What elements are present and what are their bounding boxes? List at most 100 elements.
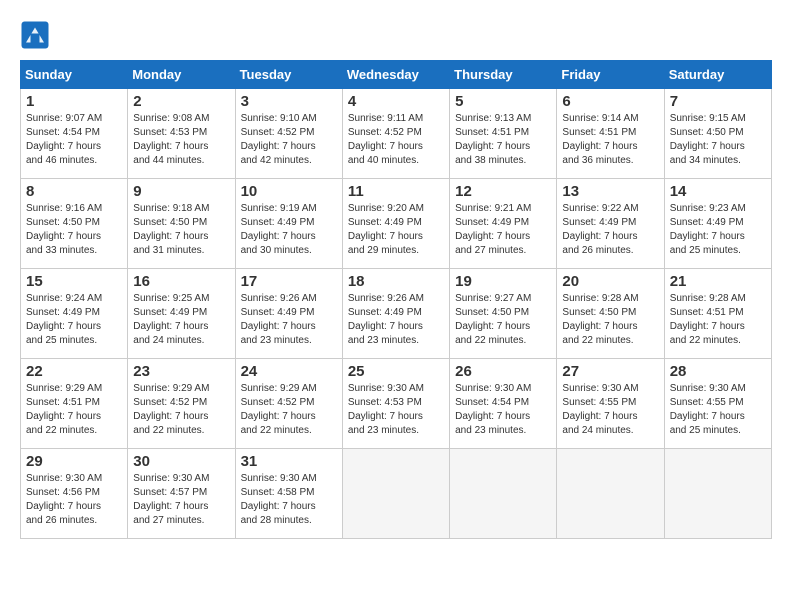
header-saturday: Saturday <box>664 61 771 89</box>
day-number: 29 <box>26 453 122 470</box>
day-info: Sunrise: 9:08 AM Sunset: 4:53 PM Dayligh… <box>133 112 229 168</box>
day-info: Sunrise: 9:14 AM Sunset: 4:51 PM Dayligh… <box>562 112 658 168</box>
calendar-cell: 11 Sunrise: 9:20 AM Sunset: 4:49 PM Dayli… <box>342 179 449 269</box>
calendar-week-5: 29 Sunrise: 9:30 AM Sunset: 4:56 PM Dayli… <box>21 449 772 539</box>
day-number: 31 <box>241 453 337 470</box>
calendar-cell: 25 Sunrise: 9:30 AM Sunset: 4:53 PM Dayli… <box>342 359 449 449</box>
day-info: Sunrise: 9:30 AM Sunset: 4:58 PM Dayligh… <box>241 472 337 528</box>
calendar-cell: 15 Sunrise: 9:24 AM Sunset: 4:49 PM Dayli… <box>21 269 128 359</box>
day-number: 13 <box>562 183 658 200</box>
day-number: 23 <box>133 363 229 380</box>
day-number: 7 <box>670 93 766 110</box>
day-info: Sunrise: 9:18 AM Sunset: 4:50 PM Dayligh… <box>133 202 229 258</box>
day-number: 20 <box>562 273 658 290</box>
day-info: Sunrise: 9:13 AM Sunset: 4:51 PM Dayligh… <box>455 112 551 168</box>
day-info: Sunrise: 9:20 AM Sunset: 4:49 PM Dayligh… <box>348 202 444 258</box>
header-wednesday: Wednesday <box>342 61 449 89</box>
calendar-cell: 9 Sunrise: 9:18 AM Sunset: 4:50 PM Daylig… <box>128 179 235 269</box>
day-number: 30 <box>133 453 229 470</box>
calendar-cell <box>342 449 449 539</box>
calendar-cell: 29 Sunrise: 9:30 AM Sunset: 4:56 PM Dayli… <box>21 449 128 539</box>
calendar-cell <box>557 449 664 539</box>
day-info: Sunrise: 9:19 AM Sunset: 4:49 PM Dayligh… <box>241 202 337 258</box>
calendar-cell: 2 Sunrise: 9:08 AM Sunset: 4:53 PM Daylig… <box>128 89 235 179</box>
header-row: SundayMondayTuesdayWednesdayThursdayFrid… <box>21 61 772 89</box>
calendar-cell: 18 Sunrise: 9:26 AM Sunset: 4:49 PM Dayli… <box>342 269 449 359</box>
day-number: 16 <box>133 273 229 290</box>
calendar-cell: 28 Sunrise: 9:30 AM Sunset: 4:55 PM Dayli… <box>664 359 771 449</box>
day-info: Sunrise: 9:24 AM Sunset: 4:49 PM Dayligh… <box>26 292 122 348</box>
calendar-cell: 13 Sunrise: 9:22 AM Sunset: 4:49 PM Dayli… <box>557 179 664 269</box>
header-monday: Monday <box>128 61 235 89</box>
day-info: Sunrise: 9:15 AM Sunset: 4:50 PM Dayligh… <box>670 112 766 168</box>
calendar-cell: 6 Sunrise: 9:14 AM Sunset: 4:51 PM Daylig… <box>557 89 664 179</box>
calendar-week-1: 1 Sunrise: 9:07 AM Sunset: 4:54 PM Daylig… <box>21 89 772 179</box>
day-info: Sunrise: 9:30 AM Sunset: 4:56 PM Dayligh… <box>26 472 122 528</box>
day-info: Sunrise: 9:30 AM Sunset: 4:55 PM Dayligh… <box>562 382 658 438</box>
day-number: 11 <box>348 183 444 200</box>
calendar-cell: 5 Sunrise: 9:13 AM Sunset: 4:51 PM Daylig… <box>450 89 557 179</box>
day-info: Sunrise: 9:29 AM Sunset: 4:51 PM Dayligh… <box>26 382 122 438</box>
day-number: 2 <box>133 93 229 110</box>
day-info: Sunrise: 9:29 AM Sunset: 4:52 PM Dayligh… <box>241 382 337 438</box>
day-number: 28 <box>670 363 766 380</box>
day-info: Sunrise: 9:10 AM Sunset: 4:52 PM Dayligh… <box>241 112 337 168</box>
day-number: 1 <box>26 93 122 110</box>
day-info: Sunrise: 9:16 AM Sunset: 4:50 PM Dayligh… <box>26 202 122 258</box>
calendar-cell: 1 Sunrise: 9:07 AM Sunset: 4:54 PM Daylig… <box>21 89 128 179</box>
logo-icon <box>20 20 50 50</box>
day-info: Sunrise: 9:30 AM Sunset: 4:55 PM Dayligh… <box>670 382 766 438</box>
day-number: 22 <box>26 363 122 380</box>
calendar-cell: 12 Sunrise: 9:21 AM Sunset: 4:49 PM Dayli… <box>450 179 557 269</box>
day-info: Sunrise: 9:30 AM Sunset: 4:57 PM Dayligh… <box>133 472 229 528</box>
day-number: 8 <box>26 183 122 200</box>
day-number: 12 <box>455 183 551 200</box>
day-number: 5 <box>455 93 551 110</box>
calendar-cell: 27 Sunrise: 9:30 AM Sunset: 4:55 PM Dayli… <box>557 359 664 449</box>
day-number: 14 <box>670 183 766 200</box>
day-info: Sunrise: 9:28 AM Sunset: 4:51 PM Dayligh… <box>670 292 766 348</box>
day-number: 21 <box>670 273 766 290</box>
header-sunday: Sunday <box>21 61 128 89</box>
day-number: 19 <box>455 273 551 290</box>
calendar-cell: 8 Sunrise: 9:16 AM Sunset: 4:50 PM Daylig… <box>21 179 128 269</box>
calendar-cell: 24 Sunrise: 9:29 AM Sunset: 4:52 PM Dayli… <box>235 359 342 449</box>
calendar-cell: 3Sunrise: 9:10 AM Sunset: 4:52 PM Daylig… <box>235 89 342 179</box>
calendar-week-3: 15 Sunrise: 9:24 AM Sunset: 4:49 PM Dayli… <box>21 269 772 359</box>
day-info: Sunrise: 9:26 AM Sunset: 4:49 PM Dayligh… <box>241 292 337 348</box>
calendar-cell <box>664 449 771 539</box>
day-number: 6 <box>562 93 658 110</box>
day-info: Sunrise: 9:25 AM Sunset: 4:49 PM Dayligh… <box>133 292 229 348</box>
header-thursday: Thursday <box>450 61 557 89</box>
day-number: 9 <box>133 183 229 200</box>
calendar-cell: 19Sunrise: 9:27 AM Sunset: 4:50 PM Dayli… <box>450 269 557 359</box>
day-number: 25 <box>348 363 444 380</box>
calendar-cell: 30 Sunrise: 9:30 AM Sunset: 4:57 PM Dayli… <box>128 449 235 539</box>
day-info: Sunrise: 9:28 AM Sunset: 4:50 PM Dayligh… <box>562 292 658 348</box>
calendar-cell: 26Sunrise: 9:30 AM Sunset: 4:54 PM Dayli… <box>450 359 557 449</box>
calendar-cell: 7 Sunrise: 9:15 AM Sunset: 4:50 PM Daylig… <box>664 89 771 179</box>
day-info: Sunrise: 9:26 AM Sunset: 4:49 PM Dayligh… <box>348 292 444 348</box>
day-number: 4 <box>348 93 444 110</box>
calendar-cell: 14 Sunrise: 9:23 AM Sunset: 4:49 PM Dayli… <box>664 179 771 269</box>
day-number: 24 <box>241 363 337 380</box>
day-info: Sunrise: 9:22 AM Sunset: 4:49 PM Dayligh… <box>562 202 658 258</box>
day-info: Sunrise: 9:29 AM Sunset: 4:52 PM Dayligh… <box>133 382 229 438</box>
calendar-cell: 16 Sunrise: 9:25 AM Sunset: 4:49 PM Dayli… <box>128 269 235 359</box>
day-number: 10 <box>241 183 337 200</box>
calendar-cell: 21 Sunrise: 9:28 AM Sunset: 4:51 PM Dayli… <box>664 269 771 359</box>
header-tuesday: Tuesday <box>235 61 342 89</box>
calendar-cell: 10 Sunrise: 9:19 AM Sunset: 4:49 PM Dayli… <box>235 179 342 269</box>
day-info: Sunrise: 9:23 AM Sunset: 4:49 PM Dayligh… <box>670 202 766 258</box>
day-info: Sunrise: 9:21 AM Sunset: 4:49 PM Dayligh… <box>455 202 551 258</box>
calendar-week-4: 22 Sunrise: 9:29 AM Sunset: 4:51 PM Dayli… <box>21 359 772 449</box>
day-number: 27 <box>562 363 658 380</box>
day-info: Sunrise: 9:07 AM Sunset: 4:54 PM Dayligh… <box>26 112 122 168</box>
day-info: Sunrise: 9:30 AM Sunset: 4:54 PM Dayligh… <box>455 382 551 438</box>
day-info: Sunrise: 9:30 AM Sunset: 4:53 PM Dayligh… <box>348 382 444 438</box>
day-number: 18 <box>348 273 444 290</box>
calendar-cell <box>450 449 557 539</box>
calendar-cell: 4Sunrise: 9:11 AM Sunset: 4:52 PM Daylig… <box>342 89 449 179</box>
day-number: 15 <box>26 273 122 290</box>
calendar-table: SundayMondayTuesdayWednesdayThursdayFrid… <box>20 60 772 539</box>
